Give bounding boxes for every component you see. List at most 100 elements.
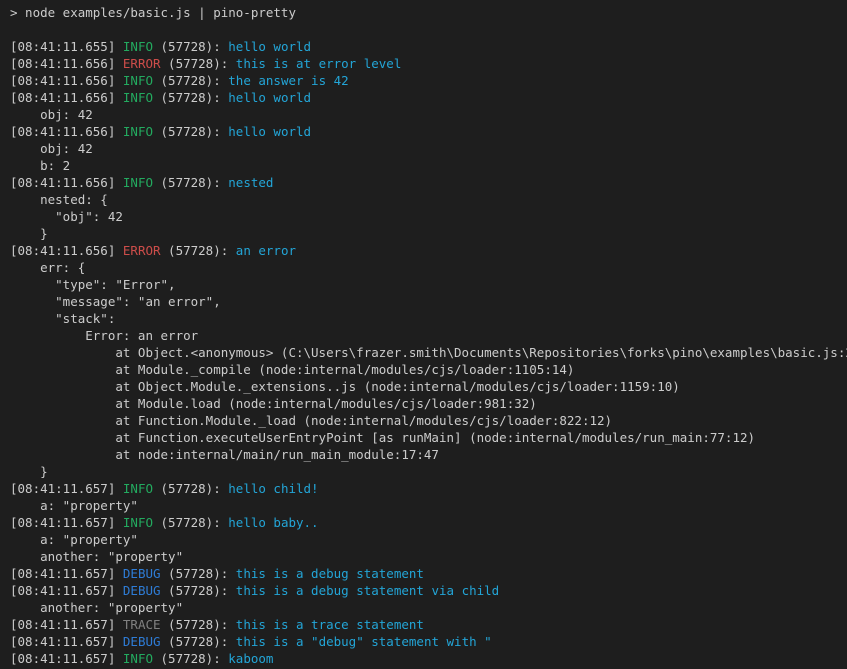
- text-segment: [08:41:11.656]: [10, 243, 123, 258]
- stack-trace-line: at node:internal/main/run_main_module:17…: [10, 446, 839, 463]
- log-line: [08:41:11.656] INFO (57728): the answer …: [10, 72, 839, 89]
- text-segment: ERROR: [123, 56, 161, 71]
- text-segment: err: {: [10, 260, 85, 275]
- text-segment: "stack":: [10, 311, 115, 326]
- log-line: [08:41:11.656] ERROR (57728): an error: [10, 242, 839, 259]
- text-segment: this is a debug statement via child: [236, 583, 499, 598]
- text-segment: another: "property": [10, 600, 183, 615]
- text-segment: (57728):: [153, 515, 228, 530]
- log-property-line: "stack":: [10, 310, 839, 327]
- text-segment: Error: an error: [10, 328, 198, 343]
- stack-trace-line: at Object.<anonymous> (C:\Users\frazer.s…: [10, 344, 839, 361]
- text-segment: nested: {: [10, 192, 108, 207]
- text-segment: ERROR: [123, 243, 161, 258]
- log-property-line: a: "property": [10, 497, 839, 514]
- text-segment: (57728):: [161, 634, 236, 649]
- stack-trace-line: Error: an error: [10, 327, 839, 344]
- log-property-line: obj: 42: [10, 140, 839, 157]
- text-segment: (57728):: [153, 481, 228, 496]
- log-property-line: }: [10, 463, 839, 480]
- text-segment: INFO: [123, 90, 153, 105]
- text-segment: [08:41:11.657]: [10, 481, 123, 496]
- text-segment: [08:41:11.657]: [10, 651, 123, 666]
- text-segment: "message": "an error",: [10, 294, 221, 309]
- text-segment: (57728):: [153, 90, 228, 105]
- text-segment: (57728):: [153, 124, 228, 139]
- text-segment: [08:41:11.656]: [10, 56, 123, 71]
- prompt-line: > node examples/basic.js | pino-pretty: [10, 4, 839, 21]
- stack-trace-line: at Function.executeUserEntryPoint [as ru…: [10, 429, 839, 446]
- log-line: [08:41:11.657] DEBUG (57728): this is a …: [10, 582, 839, 599]
- text-segment: INFO: [123, 515, 153, 530]
- text-segment: (57728):: [153, 175, 228, 190]
- text-segment: (57728):: [161, 583, 236, 598]
- text-segment: }: [10, 464, 48, 479]
- text-segment: this is a trace statement: [236, 617, 424, 632]
- text-segment: this is a debug statement: [236, 566, 424, 581]
- text-segment: DEBUG: [123, 566, 161, 581]
- text-segment: INFO: [123, 124, 153, 139]
- log-property-line: "type": "Error",: [10, 276, 839, 293]
- text-segment: INFO: [123, 651, 153, 666]
- log-line: [08:41:11.657] DEBUG (57728): this is a …: [10, 565, 839, 582]
- text-segment: this is at error level: [236, 56, 402, 71]
- text-segment: (57728):: [161, 617, 236, 632]
- text-segment: another: "property": [10, 549, 183, 564]
- blank-line: [10, 21, 839, 38]
- text-segment: DEBUG: [123, 583, 161, 598]
- text-segment: INFO: [123, 73, 153, 88]
- text-segment: hello world: [228, 39, 311, 54]
- text-segment: at node:internal/main/run_main_module:17…: [10, 447, 439, 462]
- text-segment: (57728):: [153, 39, 228, 54]
- text-segment: at Function.executeUserEntryPoint [as ru…: [10, 430, 755, 445]
- text-segment: (57728):: [153, 651, 228, 666]
- text-segment: [08:41:11.656]: [10, 175, 123, 190]
- text-segment: at Module.load (node:internal/modules/cj…: [10, 396, 537, 411]
- text-segment: at Object.<anonymous> (C:\Users\frazer.s…: [10, 345, 847, 360]
- stack-trace-line: at Object.Module._extensions..js (node:i…: [10, 378, 839, 395]
- text-segment: [08:41:11.657]: [10, 515, 123, 530]
- text-segment: at Function.Module._load (node:internal/…: [10, 413, 612, 428]
- text-segment: (57728):: [161, 566, 236, 581]
- text-segment: hello world: [228, 124, 311, 139]
- text-segment: kaboom: [228, 651, 273, 666]
- text-segment: obj: 42: [10, 107, 93, 122]
- log-property-line: b: 2: [10, 157, 839, 174]
- text-segment: hello baby..: [228, 515, 318, 530]
- log-property-line: err: {: [10, 259, 839, 276]
- text-segment: TRACE: [123, 617, 161, 632]
- text-segment: [08:41:11.655]: [10, 39, 123, 54]
- text-segment: DEBUG: [123, 634, 161, 649]
- text-segment: b: 2: [10, 158, 70, 173]
- log-property-line: nested: {: [10, 191, 839, 208]
- text-segment: the answer is 42: [228, 73, 348, 88]
- text-segment: a: "property": [10, 532, 138, 547]
- text-segment: nested: [228, 175, 273, 190]
- stack-trace-line: at Module._compile (node:internal/module…: [10, 361, 839, 378]
- text-segment: > node examples/basic.js | pino-pretty: [10, 5, 296, 20]
- text-segment: [08:41:11.657]: [10, 634, 123, 649]
- log-property-line: "message": "an error",: [10, 293, 839, 310]
- text-segment: obj: 42: [10, 141, 93, 156]
- text-segment: [08:41:11.656]: [10, 90, 123, 105]
- text-segment: INFO: [123, 39, 153, 54]
- text-segment: INFO: [123, 175, 153, 190]
- text-segment: hello world: [228, 90, 311, 105]
- log-property-line: }: [10, 225, 839, 242]
- text-segment: hello child!: [228, 481, 318, 496]
- text-segment: at Object.Module._extensions..js (node:i…: [10, 379, 680, 394]
- text-segment: [08:41:11.657]: [10, 583, 123, 598]
- text-segment: "type": "Error",: [10, 277, 176, 292]
- text-segment: (57728):: [161, 243, 236, 258]
- text-segment: (57728):: [161, 56, 236, 71]
- log-line: [08:41:11.656] INFO (57728): nested: [10, 174, 839, 191]
- log-property-line: "obj": 42: [10, 208, 839, 225]
- text-segment: [08:41:11.656]: [10, 73, 123, 88]
- stack-trace-line: at Function.Module._load (node:internal/…: [10, 412, 839, 429]
- log-line: [08:41:11.656] INFO (57728): hello world: [10, 89, 839, 106]
- log-property-line: another: "property": [10, 599, 839, 616]
- terminal-output[interactable]: > node examples/basic.js | pino-pretty [0…: [0, 0, 847, 669]
- log-line: [08:41:11.657] DEBUG (57728): this is a …: [10, 633, 839, 650]
- text-segment: [08:41:11.656]: [10, 124, 123, 139]
- text-segment: (57728):: [153, 73, 228, 88]
